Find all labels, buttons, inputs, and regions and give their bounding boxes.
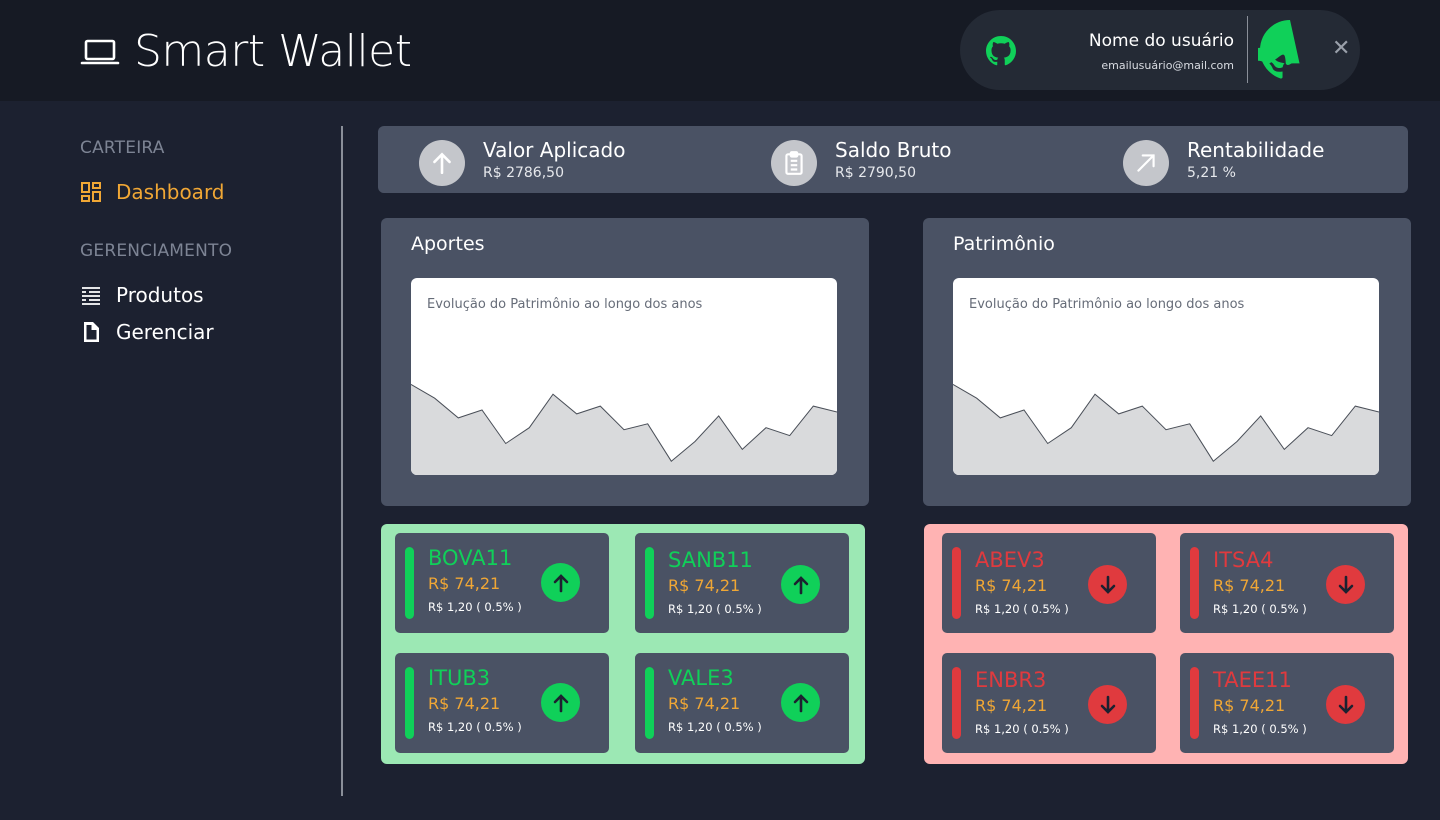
stock-price: R$ 74,21 <box>1213 696 1286 715</box>
summary-bar: Valor Aplicado R$ 2786,50 Saldo Bruto R$… <box>378 126 1408 193</box>
dashboard-icon <box>81 182 101 202</box>
stocks-up-panel: BOVA11 R$ 74,21 R$ 1,20 ( 0.5% ) SANB11 … <box>381 524 865 764</box>
summary-valor-aplicado: Valor Aplicado R$ 2786,50 <box>419 138 625 186</box>
arrow-down-circle-icon <box>1088 685 1127 724</box>
user-profile: Nome do usuário emailusuário@mail.com ✕ <box>960 10 1360 90</box>
stock-ticker: SANB11 <box>668 548 753 572</box>
stock-ticker: ABEV3 <box>975 548 1045 572</box>
panel-aportes: Aportes Evolução do Patrimônio ao longo … <box>381 218 869 506</box>
arrow-up-circle-icon <box>541 563 580 602</box>
stock-indicator <box>405 547 414 619</box>
stock-change: R$ 1,20 ( 0.5% ) <box>428 720 522 734</box>
stock-ticker: ENBR3 <box>975 668 1047 692</box>
stock-price: R$ 74,21 <box>428 694 501 713</box>
avatar[interactable] <box>1258 20 1322 80</box>
laptop-icon <box>80 39 120 65</box>
stock-price: R$ 74,21 <box>975 696 1048 715</box>
stock-change: R$ 1,20 ( 0.5% ) <box>1213 602 1307 616</box>
stock-change: R$ 1,20 ( 0.5% ) <box>428 600 522 614</box>
stock-card-itsa4[interactable]: ITSA4 R$ 74,21 R$ 1,20 ( 0.5% ) <box>1180 533 1394 633</box>
summary-saldo-bruto: Saldo Bruto R$ 2790,50 <box>771 138 952 186</box>
stock-indicator <box>1190 547 1199 619</box>
sidebar-item-label: Gerenciar <box>116 320 214 344</box>
summary-label: Saldo Bruto <box>835 138 952 162</box>
stock-ticker: TAEE11 <box>1213 668 1292 692</box>
stock-card-abev3[interactable]: ABEV3 R$ 74,21 R$ 1,20 ( 0.5% ) <box>942 533 1156 633</box>
summary-label: Rentabilidade <box>1187 138 1325 162</box>
arrow-down-circle-icon <box>1088 565 1127 604</box>
stock-indicator <box>1190 667 1199 739</box>
app-title: Smart Wallet <box>134 26 412 77</box>
arrow-up-circle-icon <box>541 683 580 722</box>
stock-ticker: BOVA11 <box>428 546 513 570</box>
close-icon[interactable]: ✕ <box>1332 36 1350 62</box>
stock-change: R$ 1,20 ( 0.5% ) <box>975 722 1069 736</box>
stock-change: R$ 1,20 ( 0.5% ) <box>668 720 762 734</box>
arrow-up-circle-icon <box>781 683 820 722</box>
stock-price: R$ 74,21 <box>1213 576 1286 595</box>
trend-up-icon <box>1123 140 1169 186</box>
stock-card-vale3[interactable]: VALE3 R$ 74,21 R$ 1,20 ( 0.5% ) <box>635 653 849 753</box>
sidebar-item-produtos[interactable]: Produtos <box>80 283 204 307</box>
summary-label: Valor Aplicado <box>483 138 626 162</box>
stock-change: R$ 1,20 ( 0.5% ) <box>975 602 1069 616</box>
stock-card-bova11[interactable]: BOVA11 R$ 74,21 R$ 1,20 ( 0.5% ) <box>395 533 609 633</box>
list-icon <box>82 287 100 305</box>
section-title-carteira: CARTEIRA <box>80 138 165 158</box>
stocks-down-panel: ABEV3 R$ 74,21 R$ 1,20 ( 0.5% ) ITSA4 R$… <box>924 524 1408 764</box>
summary-value: R$ 2790,50 <box>835 165 916 181</box>
stock-indicator <box>645 667 654 739</box>
summary-value: 5,21 % <box>1187 165 1236 181</box>
chart-card: Evolução do Patrimônio ao longo dos anos <box>953 278 1379 475</box>
brand[interactable]: Smart Wallet <box>80 26 412 78</box>
chart-title: Evolução do Patrimônio ao longo dos anos <box>969 297 1245 312</box>
stock-card-enbr3[interactable]: ENBR3 R$ 74,21 R$ 1,20 ( 0.5% ) <box>942 653 1156 753</box>
stock-ticker: VALE3 <box>668 666 734 690</box>
user-email: emailusuário@mail.com <box>1101 59 1234 72</box>
stock-price: R$ 74,21 <box>668 694 741 713</box>
top-header: Smart Wallet Nome do usuário emailusuári… <box>0 0 1440 101</box>
stock-indicator <box>645 547 654 619</box>
stock-indicator <box>405 667 414 739</box>
github-icon[interactable] <box>986 36 1016 66</box>
arrow-down-circle-icon <box>1326 685 1365 724</box>
chart-title: Evolução do Patrimônio ao longo dos anos <box>427 297 703 312</box>
stock-card-itub3[interactable]: ITUB3 R$ 74,21 R$ 1,20 ( 0.5% ) <box>395 653 609 753</box>
sidebar-divider <box>341 126 343 796</box>
summary-value: R$ 2786,50 <box>483 165 564 181</box>
panel-title: Aportes <box>411 233 485 255</box>
arrow-up-circle-icon <box>781 565 820 604</box>
stock-change: R$ 1,20 ( 0.5% ) <box>668 602 762 616</box>
stock-price: R$ 74,21 <box>668 576 741 595</box>
sidebar-item-dashboard[interactable]: Dashboard <box>80 180 225 204</box>
clipboard-icon <box>771 140 817 186</box>
stock-change: R$ 1,20 ( 0.5% ) <box>1213 722 1307 736</box>
stock-card-taee11[interactable]: TAEE11 R$ 74,21 R$ 1,20 ( 0.5% ) <box>1180 653 1394 753</box>
arrow-down-circle-icon <box>1326 565 1365 604</box>
stock-price: R$ 74,21 <box>975 576 1048 595</box>
chart-card: Evolução do Patrimônio ao longo dos anos <box>411 278 837 475</box>
panel-patrimonio: Patrimônio Evolução do Patrimônio ao lon… <box>923 218 1411 506</box>
document-icon <box>84 322 99 342</box>
stock-card-sanb11[interactable]: SANB11 R$ 74,21 R$ 1,20 ( 0.5% ) <box>635 533 849 633</box>
divider <box>1247 16 1248 83</box>
section-title-gerenciamento: GERENCIAMENTO <box>80 241 233 261</box>
sidebar-item-gerenciar[interactable]: Gerenciar <box>80 320 214 344</box>
stock-price: R$ 74,21 <box>428 574 501 593</box>
summary-rentabilidade: Rentabilidade 5,21 % <box>1123 138 1324 186</box>
panel-title: Patrimônio <box>953 233 1055 255</box>
stock-ticker: ITUB3 <box>428 666 491 690</box>
sidebar-item-label: Produtos <box>116 283 204 307</box>
arrow-up-icon <box>419 140 465 186</box>
stock-ticker: ITSA4 <box>1213 548 1274 572</box>
stock-indicator <box>952 547 961 619</box>
user-name: Nome do usuário <box>1088 31 1234 51</box>
stock-indicator <box>952 667 961 739</box>
sidebar-item-label: Dashboard <box>116 180 225 204</box>
